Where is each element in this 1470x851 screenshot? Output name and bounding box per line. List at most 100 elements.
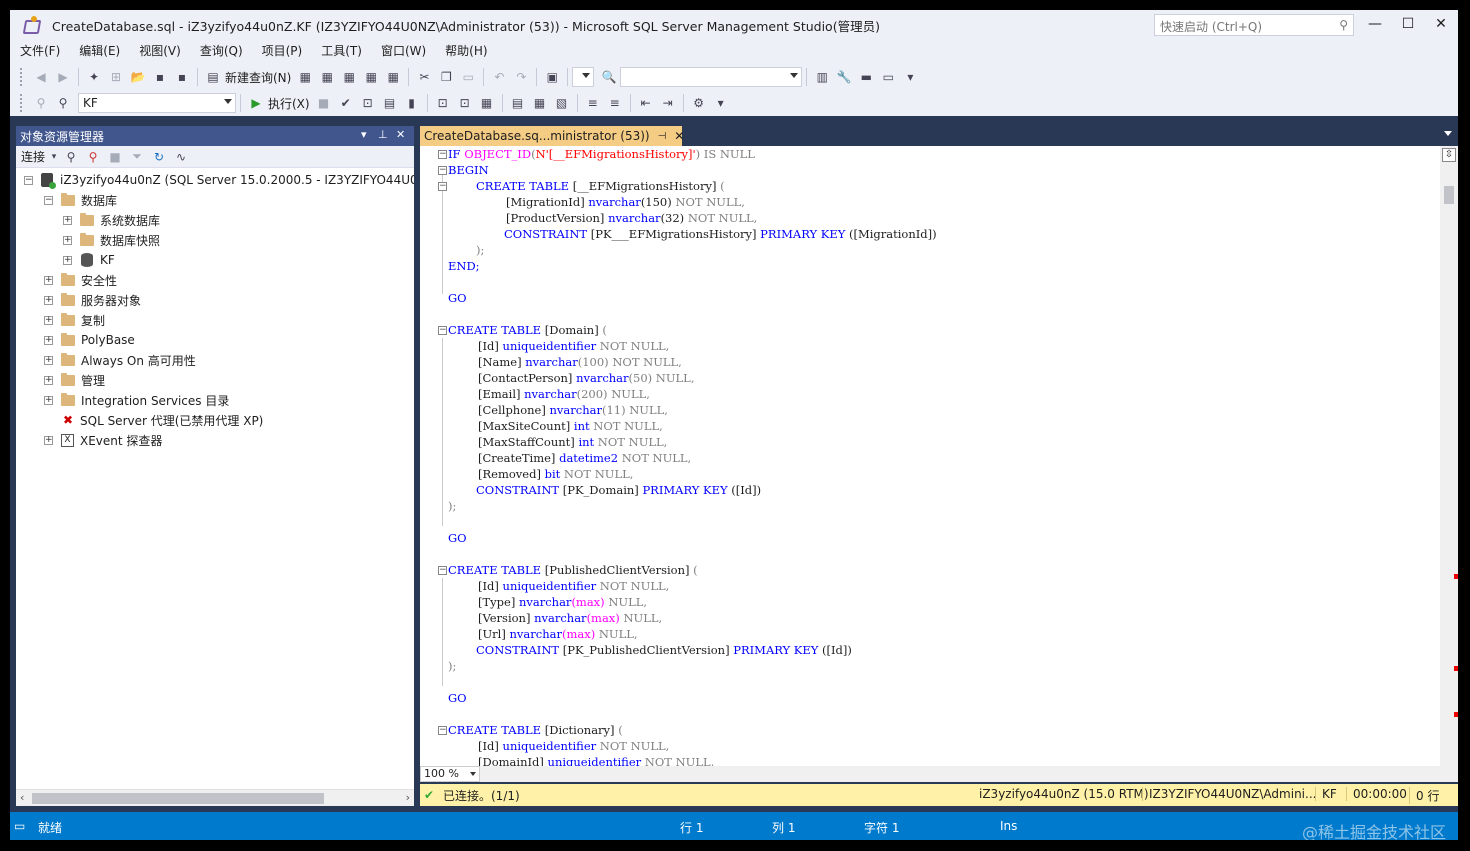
scrollbar-thumb[interactable] <box>1444 186 1454 204</box>
maximize-button[interactable]: ☐ <box>1393 14 1423 36</box>
toolbar-grip[interactable] <box>20 94 24 112</box>
results-to-text-icon[interactable]: ▤ <box>509 94 527 112</box>
expand-icon[interactable]: + <box>44 355 53 365</box>
intellisense-icon[interactable]: ▮ <box>403 94 421 112</box>
expand-icon[interactable]: + <box>44 375 53 385</box>
execute-icon[interactable]: ▶ <box>247 94 265 112</box>
fold-toggle-icon[interactable]: − <box>438 566 447 575</box>
execute-button[interactable]: 执行(X) <box>268 95 310 112</box>
collapse-icon[interactable]: − <box>24 175 33 185</box>
find-combo[interactable] <box>620 67 803 87</box>
new-query-button[interactable]: 新建查询(N) <box>225 69 291 86</box>
fold-toggle-icon[interactable]: − <box>438 150 447 159</box>
database-engine-query-icon[interactable]: ▦ <box>296 68 314 86</box>
solution-platform-dropdown[interactable] <box>572 67 595 87</box>
expand-icon[interactable]: + <box>44 275 53 285</box>
xmla-query-icon[interactable]: ▦ <box>362 68 380 86</box>
toolbar-options-icon[interactable]: ▾ <box>712 94 730 112</box>
activity-icon[interactable]: ∿ <box>172 148 190 166</box>
copy-icon[interactable]: ❐ <box>437 68 455 86</box>
close-button[interactable]: ✕ <box>1426 14 1456 36</box>
tab-close-icon[interactable]: ✕ <box>674 129 684 143</box>
client-statistics-icon[interactable]: ▦ <box>478 94 496 112</box>
dmx-query-icon[interactable]: ▦ <box>340 68 358 86</box>
toolbar-options-icon[interactable]: ▾ <box>901 68 919 86</box>
fold-toggle-icon[interactable]: − <box>438 326 447 335</box>
cancel-query-icon[interactable]: ■ <box>315 94 333 112</box>
expand-icon[interactable]: + <box>44 335 53 345</box>
dax-query-icon[interactable]: ▦ <box>384 68 402 86</box>
increase-indent-icon[interactable]: ⇥ <box>659 94 677 112</box>
estimated-plan-icon[interactable]: ⊡ <box>359 94 377 112</box>
tree-node-polybase[interactable]: + PolyBase <box>44 330 135 350</box>
expand-icon[interactable]: + <box>44 295 53 305</box>
menu-tools[interactable]: 工具(T) <box>315 40 368 62</box>
tree-node-xevent[interactable]: + X XEvent 探查器 <box>44 430 162 450</box>
save-all-icon[interactable]: ▪ <box>173 68 191 86</box>
code-area[interactable]: − IF OBJECT_ID(N'[__EFMigrationsHistory]'… <box>438 146 1438 766</box>
fold-toggle-icon[interactable]: − <box>438 726 447 735</box>
expand-icon[interactable]: + <box>63 255 72 265</box>
pin-icon[interactable]: ⊥ <box>378 128 388 141</box>
filter-icon[interactable]: ⏷ <box>128 148 146 166</box>
save-icon[interactable]: ▪ <box>151 68 169 86</box>
wrench-icon[interactable]: 🔧 <box>835 68 853 86</box>
editor-vertical-scrollbar[interactable]: ⇳ <box>1440 146 1458 766</box>
fold-toggle-icon[interactable]: − <box>438 182 447 191</box>
tree-node-security[interactable]: + 安全性 <box>44 270 117 290</box>
expand-icon[interactable]: + <box>44 315 53 325</box>
scroll-left-icon[interactable]: ‹ <box>20 791 24 804</box>
open-file-icon[interactable]: 📂 <box>129 68 147 86</box>
tree-node-server[interactable]: − iZ3yzifyo44u0nZ (SQL Server 15.0.2000.5… <box>24 170 414 190</box>
decrease-indent-icon[interactable]: ⇤ <box>637 94 655 112</box>
menu-help[interactable]: 帮助(H) <box>439 40 493 62</box>
toolbar-grip[interactable] <box>20 68 24 86</box>
results-to-file-icon[interactable]: ▧ <box>553 94 571 112</box>
activity-monitor-icon[interactable]: ▣ <box>543 68 561 86</box>
paste-icon[interactable]: ▭ <box>459 68 477 86</box>
fold-toggle-icon[interactable]: − <box>438 166 447 175</box>
expand-icon[interactable]: + <box>63 235 72 245</box>
new-project-icon[interactable]: ✦ <box>85 68 103 86</box>
live-query-stats-icon[interactable]: ⊡ <box>456 94 474 112</box>
connect-plug-icon[interactable]: ⚲ <box>62 148 80 166</box>
find-icon[interactable]: 🔍 <box>600 68 618 86</box>
menu-file[interactable]: 文件(F) <box>14 40 66 62</box>
menu-query[interactable]: 查询(Q) <box>194 40 249 62</box>
properties-icon[interactable]: ▥ <box>813 68 831 86</box>
zoom-dropdown[interactable]: 100 % <box>420 766 480 782</box>
toolbox-icon[interactable]: ▬ <box>857 68 875 86</box>
tab-pin-icon[interactable]: ⊣ <box>658 131 667 142</box>
minimize-button[interactable]: — <box>1360 14 1390 36</box>
menu-window[interactable]: 窗口(W) <box>375 40 432 62</box>
back-icon[interactable]: ◀ <box>32 68 50 86</box>
uncomment-icon[interactable]: ≡ <box>606 94 624 112</box>
menu-view[interactable]: 视图(V) <box>133 40 187 62</box>
connect-button[interactable]: 连接 <box>21 148 45 165</box>
connect-dropdown-icon[interactable]: ▾ <box>50 148 58 166</box>
specify-template-values-icon[interactable]: ⚙ <box>690 94 708 112</box>
forward-icon[interactable]: ▶ <box>54 68 72 86</box>
panel-menu-icon[interactable]: ▾ <box>361 128 367 141</box>
connect-icon[interactable]: ⚲ <box>32 94 50 112</box>
tree-node-replication[interactable]: + 复制 <box>44 310 105 330</box>
parse-icon[interactable]: ✔ <box>337 94 355 112</box>
menu-project[interactable]: 项目(P) <box>256 40 309 62</box>
add-item-icon[interactable]: ⊞ <box>107 68 125 86</box>
change-connection-icon[interactable]: ⚲ <box>54 94 72 112</box>
stop-icon[interactable]: ■ <box>106 148 124 166</box>
cut-icon[interactable]: ✂ <box>415 68 433 86</box>
redo-icon[interactable]: ↷ <box>512 68 530 86</box>
comment-icon[interactable]: ≡ <box>584 94 602 112</box>
scroll-right-icon[interactable]: › <box>406 791 410 804</box>
expand-icon[interactable]: + <box>44 435 53 445</box>
tree-node-kf[interactable]: + KF <box>63 250 115 270</box>
object-explorer-horizontal-scrollbar[interactable]: ‹ › <box>16 789 414 806</box>
collapse-icon[interactable]: − <box>44 195 53 205</box>
menu-edit[interactable]: 编辑(E) <box>73 40 126 62</box>
tab-list-dropdown-icon[interactable] <box>1444 131 1452 136</box>
tree-node-snapshots[interactable]: + 数据库快照 <box>63 230 160 250</box>
quick-launch-input[interactable]: 快速启动 (Ctrl+Q) ⚲ <box>1154 14 1354 36</box>
tree-node-integration-services[interactable]: + Integration Services 目录 <box>44 390 229 410</box>
tree-node-always-on[interactable]: + Always On 高可用性 <box>44 350 196 370</box>
